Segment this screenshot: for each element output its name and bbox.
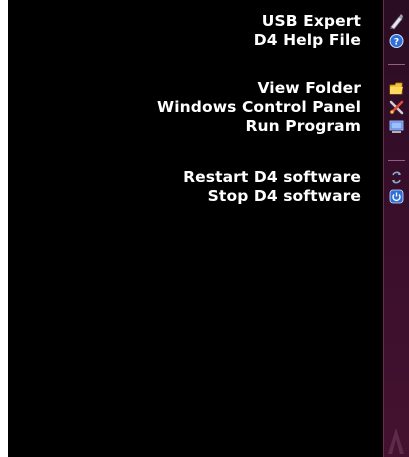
menu-item-label: Run Program <box>245 117 361 135</box>
menu-item-d4-help-file[interactable]: D4 Help File ? <box>8 31 409 50</box>
menu-item-stop-d4-software[interactable]: Stop D4 software <box>8 187 409 206</box>
icon-sidebar <box>383 0 409 457</box>
usb-pen-icon <box>390 14 403 30</box>
menu-item-label: Restart D4 software <box>183 168 361 186</box>
folder-icon <box>389 82 403 95</box>
menu-item-label: D4 Help File <box>253 31 361 49</box>
sidebar-divider <box>388 64 405 65</box>
d4-logo-watermark-icon <box>388 428 404 454</box>
menu-item-run-program[interactable]: Run Program <box>8 117 409 136</box>
menu-group-2: View Folder Windows Control Panel Run Pr… <box>8 79 409 136</box>
menu-item-label: Stop D4 software <box>207 187 361 205</box>
menu-group-3: Restart D4 software Stop D4 software <box>8 168 409 206</box>
menu-item-restart-d4-software[interactable]: Restart D4 software <box>8 168 409 187</box>
restart-icon <box>392 171 401 184</box>
menu-item-label: View Folder <box>257 79 361 97</box>
menu-item-usb-expert[interactable]: USB Expert <box>8 12 409 31</box>
power-icon <box>389 189 404 204</box>
svg-text:?: ? <box>394 38 399 48</box>
control-panel-tools-icon <box>389 100 404 115</box>
menu-item-label: Windows Control Panel <box>157 98 361 116</box>
menu-group-1: USB Expert D4 Help File ? <box>8 12 409 50</box>
menu-item-label: USB Expert <box>261 12 361 30</box>
sidebar-divider <box>388 160 405 161</box>
run-program-icon <box>389 120 404 133</box>
help-icon: ? <box>389 34 404 48</box>
menu-item-view-folder[interactable]: View Folder <box>8 79 409 98</box>
menu-item-windows-control-panel[interactable]: Windows Control Panel <box>8 98 409 117</box>
context-menu-panel: USB Expert D4 Help File ? View Folder Wi… <box>8 0 409 457</box>
